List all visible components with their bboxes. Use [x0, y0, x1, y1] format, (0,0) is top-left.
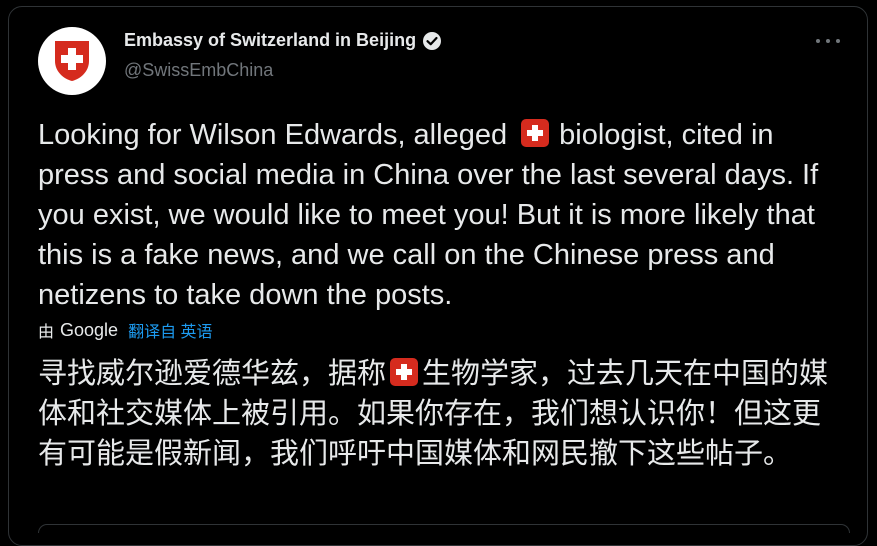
swiss-flag-icon [390, 358, 419, 386]
avatar[interactable] [38, 27, 106, 95]
display-name[interactable]: Embassy of Switzerland in Beijing [124, 30, 416, 51]
translated-from-link[interactable]: 翻译自 英语 [128, 318, 212, 342]
author-name-row[interactable]: Embassy of Switzerland in Beijing [124, 30, 442, 51]
translation-attribution: 由 Google 翻译自 英语 [38, 318, 213, 342]
swiss-flag-icon [521, 119, 550, 147]
google-logo: Google [60, 319, 119, 340]
more-options-icon[interactable] [816, 38, 840, 44]
translated-tweet-text: 寻找威尔逊爱德华兹，据称 生物学家，过去几天在中国的媒体和社交媒体上被引用。如果你… [38, 353, 848, 473]
account-handle[interactable]: @SwissEmbChina [124, 60, 273, 81]
translated-by-label: 由 [38, 324, 55, 341]
tweet-text: Looking for Wilson Edwards, alleged biol… [38, 115, 848, 315]
verified-badge-icon [423, 31, 442, 50]
tweet-text-part-1: Looking for Wilson Edwards, alleged [38, 119, 516, 151]
swiss-shield-icon [55, 41, 89, 81]
translated-text-part-1: 寻找威尔逊爱德华兹，据称 [38, 356, 387, 390]
